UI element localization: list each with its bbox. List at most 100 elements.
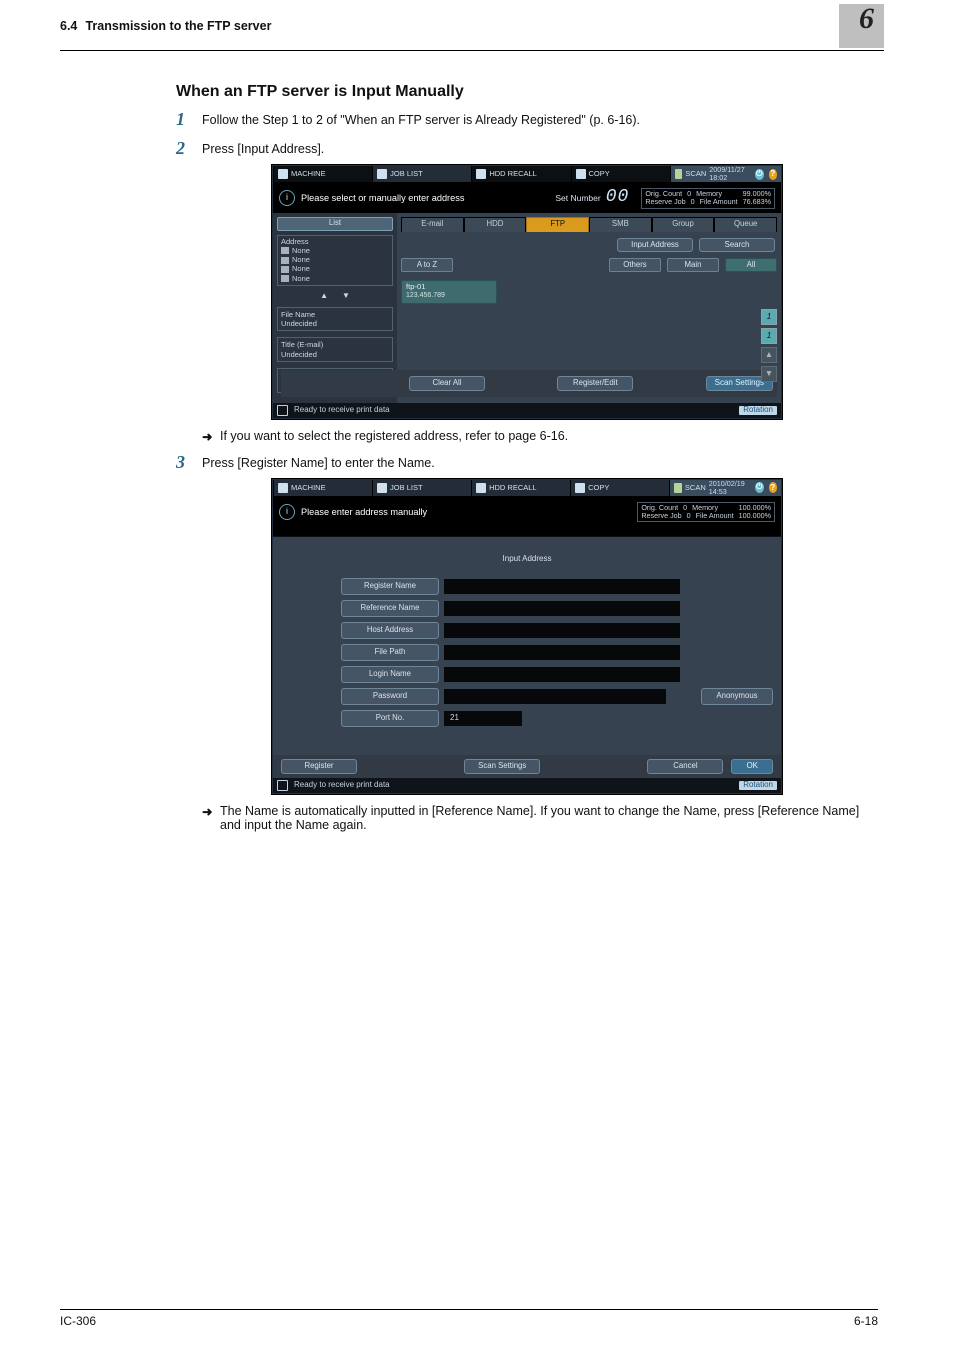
- addr-ftp: None: [292, 265, 310, 273]
- step-3-sub-text: The Name is automatically inputted in [R…: [220, 804, 878, 832]
- cancel-button[interactable]: Cancel: [647, 759, 723, 774]
- step-1-text: Follow the Step 1 to 2 of "When an FTP s…: [202, 109, 640, 130]
- main-panel: E-mail HDD FTP SMB Group Queue Input Add…: [397, 213, 781, 403]
- tab-copy-2[interactable]: COPY: [570, 480, 669, 496]
- footer-left: IC-306: [60, 1314, 96, 1328]
- help-icon[interactable]: ?: [769, 169, 777, 180]
- tab-copy-label-2: COPY: [588, 484, 609, 492]
- status-message: Please select or manually enter address: [301, 193, 464, 203]
- file-path-button[interactable]: File Path: [341, 644, 439, 661]
- tab-scan[interactable]: SCAN 2009/11/27 18:02 ⏻ ?: [670, 166, 781, 182]
- step-2-sub-text: If you want to select the registered add…: [220, 429, 568, 444]
- reference-name-button[interactable]: Reference Name: [341, 600, 439, 617]
- port-no-field[interactable]: 21: [443, 710, 523, 727]
- m2-file-v: 100.000%: [739, 512, 771, 520]
- list-button[interactable]: List: [277, 217, 393, 231]
- step-2-text: Press [Input Address].: [202, 138, 324, 159]
- email-type-icon: [281, 247, 289, 254]
- search-button[interactable]: Search: [699, 238, 775, 253]
- panel-tab-hdd[interactable]: HDD: [464, 217, 527, 232]
- tab-joblist-label-2: JOB LIST: [390, 484, 423, 492]
- rotation-indicator: Rotation: [739, 406, 777, 415]
- lock-icon: [277, 780, 288, 791]
- panel-tab-queue[interactable]: Queue: [714, 217, 777, 232]
- page-down-icon[interactable]: ▼: [761, 366, 777, 382]
- tab-copy[interactable]: COPY: [571, 166, 670, 182]
- metric-reserve-label: Reserve Job: [645, 198, 685, 206]
- ftp-type-icon: [281, 266, 289, 273]
- printer-ready-text: Ready to receive print data: [294, 406, 390, 415]
- filter-others[interactable]: Others: [609, 258, 661, 272]
- anonymous-button[interactable]: Anonymous: [701, 688, 773, 705]
- password-button[interactable]: Password: [341, 688, 439, 705]
- subsection-heading: When an FTP server is Input Manually: [176, 83, 878, 101]
- arrow-icon: ➜: [202, 804, 220, 832]
- panel-tab-email[interactable]: E-mail: [401, 217, 464, 232]
- scan-settings-button-2[interactable]: Scan Settings: [464, 759, 540, 774]
- chapter-chip: 6: [839, 4, 884, 48]
- host-address-button[interactable]: Host Address: [341, 622, 439, 639]
- tab-scan-2[interactable]: SCAN 2010/02/19 14:53 ⏻ ?: [669, 480, 781, 496]
- tab-machine-2[interactable]: MACHINE: [273, 480, 372, 496]
- tab-joblist-2[interactable]: JOB LIST: [372, 480, 471, 496]
- register-button[interactable]: Register: [281, 759, 357, 774]
- step-3-number: 3: [176, 452, 202, 473]
- title-email-header: Title (E-mail): [281, 340, 389, 349]
- panel-tab-ftp[interactable]: FTP: [526, 217, 589, 232]
- tab-hdd-label: HDD RECALL: [489, 170, 537, 178]
- scan-icon: [675, 169, 683, 179]
- tab-machine[interactable]: MACHINE: [273, 166, 372, 182]
- section-number: 6.4: [60, 19, 82, 33]
- file-path-field[interactable]: [443, 644, 681, 661]
- tab-machine-label: MACHINE: [291, 170, 326, 178]
- tab-joblist[interactable]: JOB LIST: [372, 166, 471, 182]
- register-name-button[interactable]: Register Name: [341, 578, 439, 595]
- status-bar: i Please select or manually enter addres…: [273, 182, 781, 213]
- power-icon[interactable]: ⏻: [755, 169, 763, 180]
- login-name-button[interactable]: Login Name: [341, 666, 439, 683]
- title-email-value: Undecided: [281, 350, 389, 359]
- host-address-field[interactable]: [443, 622, 681, 639]
- tab-scan-label-2: SCAN: [685, 484, 706, 492]
- step-3-text: Press [Register Name] to enter the Name.: [202, 452, 435, 473]
- tab-scan-label: SCAN: [685, 170, 706, 178]
- destination-chip[interactable]: ftp-01 123.456.789: [401, 280, 497, 304]
- port-no-button[interactable]: Port No.: [341, 710, 439, 727]
- info-icon: i: [279, 190, 295, 206]
- metric-file-value: 76.683%: [743, 198, 771, 206]
- lock-icon: [277, 405, 288, 416]
- machine-icon: [278, 169, 288, 179]
- power-icon[interactable]: ⏻: [755, 482, 764, 493]
- filter-main[interactable]: Main: [667, 258, 719, 272]
- ok-button[interactable]: OK: [731, 759, 773, 774]
- tab-hdd-recall[interactable]: HDD RECALL: [471, 166, 570, 182]
- filter-all[interactable]: All: [725, 258, 777, 272]
- status-bar-2: i Please enter address manually Orig. Co…: [273, 496, 781, 527]
- filter-a-to-z[interactable]: A to Z: [401, 258, 453, 272]
- page-indicator: 1 1 ▲ ▼: [761, 309, 777, 382]
- reference-name-field[interactable]: [443, 600, 681, 617]
- machine-icon: [278, 483, 288, 493]
- register-edit-button[interactable]: Register/Edit: [557, 376, 633, 391]
- input-address-button[interactable]: Input Address: [617, 238, 693, 253]
- footer-right: 6-18: [854, 1314, 878, 1328]
- tab-hdd-recall-2[interactable]: HDD RECALL: [471, 480, 570, 496]
- login-name-field[interactable]: [443, 666, 681, 683]
- addr-down-icon[interactable]: ▼: [342, 292, 350, 301]
- addr-hdd: None: [292, 256, 310, 264]
- info-icon: i: [279, 504, 295, 520]
- clear-all-button[interactable]: Clear All: [409, 376, 485, 391]
- tab-joblist-label: JOB LIST: [390, 170, 423, 178]
- addr-up-icon[interactable]: ▲: [320, 292, 328, 301]
- page-up-icon[interactable]: ▲: [761, 347, 777, 363]
- panel-tab-smb[interactable]: SMB: [589, 217, 652, 232]
- list-icon: [377, 483, 387, 493]
- register-name-field[interactable]: [443, 578, 681, 595]
- tab-hdd-label-2: HDD RECALL: [489, 484, 537, 492]
- file-name-value: Undecided: [281, 319, 389, 328]
- file-name-header: File Name: [281, 310, 389, 319]
- metrics-box: Orig. Count0Memory99.000% Reserve Job0Fi…: [641, 188, 775, 209]
- panel-tab-group[interactable]: Group: [652, 217, 715, 232]
- help-icon[interactable]: ?: [769, 482, 778, 493]
- password-field[interactable]: [443, 688, 667, 705]
